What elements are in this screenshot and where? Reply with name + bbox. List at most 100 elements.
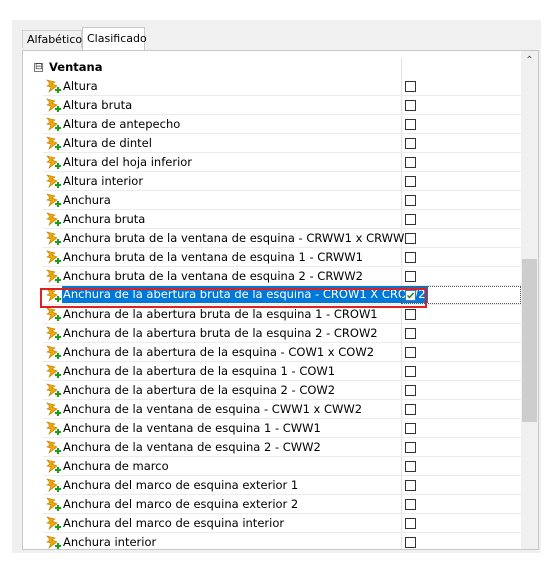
property-checkbox[interactable] — [405, 100, 416, 111]
tab-clasificado[interactable]: Clasificado — [82, 27, 147, 50]
property-label: Anchura — [63, 193, 111, 207]
property-label: Altura bruta — [63, 98, 133, 112]
property-checkbox[interactable] — [405, 81, 416, 92]
lightning-plus-icon — [45, 249, 61, 265]
property-label: Anchura del marco de esquina interior — [63, 516, 285, 530]
property-checkbox[interactable] — [405, 119, 416, 130]
property-label: Anchura bruta — [63, 212, 146, 226]
property-checkbox[interactable] — [405, 499, 416, 510]
property-row[interactable]: Anchura del marco de esquina exterior 1 — [43, 476, 521, 495]
lightning-plus-icon — [45, 211, 61, 227]
lightning-plus-icon — [45, 116, 61, 132]
property-checkbox[interactable] — [405, 328, 416, 339]
property-row[interactable]: Anchura interior — [43, 533, 521, 549]
property-label: Anchura de la abertura de la esquina 2 -… — [63, 383, 336, 397]
lightning-plus-icon — [45, 306, 61, 322]
property-checkbox[interactable] — [405, 461, 416, 472]
property-checkbox[interactable] — [405, 214, 416, 225]
lightning-plus-icon — [45, 325, 61, 341]
property-checkbox[interactable] — [405, 309, 416, 320]
lightning-plus-icon — [45, 534, 61, 549]
property-row[interactable]: Anchura de la ventana de esquina 2 - CWW… — [43, 438, 521, 457]
vertical-scrollbar[interactable]: ⌃ — [521, 51, 538, 549]
property-row[interactable]: Altura bruta — [43, 96, 521, 115]
column-divider[interactable] — [401, 58, 402, 77]
lightning-plus-icon — [45, 173, 61, 189]
property-checkbox[interactable] — [405, 271, 416, 282]
property-label: Anchura de marco — [63, 459, 169, 473]
property-row[interactable]: Anchura de la abertura de la esquina - C… — [43, 343, 521, 362]
property-row[interactable]: Anchura del marco de esquina exterior 2 — [43, 495, 521, 514]
property-label: Altura — [63, 79, 98, 93]
property-row[interactable]: Anchura — [43, 191, 521, 210]
property-row[interactable]: Anchura de la abertura bruta de la esqui… — [43, 324, 521, 343]
property-row[interactable]: Altura interior — [43, 172, 521, 191]
category-header-ventana[interactable]: ⊟ Ventana — [23, 58, 521, 77]
property-row[interactable]: Anchura de la abertura de la esquina 1 -… — [43, 362, 521, 381]
property-row[interactable]: Anchura del marco de esquina interior — [43, 514, 521, 533]
property-label: Anchura de la ventana de esquina 2 - CWW… — [63, 440, 321, 454]
lightning-plus-icon — [45, 230, 61, 246]
property-row[interactable]: Anchura bruta — [43, 210, 521, 229]
property-label: Anchura de la abertura bruta de la esqui… — [63, 326, 378, 340]
lightning-plus-icon — [45, 477, 61, 493]
lightning-plus-icon — [45, 78, 61, 94]
property-label: Anchura bruta de la ventana de esquina 2… — [63, 269, 363, 283]
scroll-thumb[interactable] — [522, 259, 537, 422]
property-row[interactable]: Altura de dintel — [43, 134, 521, 153]
property-checkbox[interactable] — [405, 366, 416, 377]
properties-panel: Alfabético Clasificado ⊟ Ventana Altura A… — [12, 20, 541, 553]
property-checkbox[interactable] — [405, 157, 416, 168]
property-checkbox[interactable] — [405, 537, 416, 548]
property-checkbox[interactable] — [405, 252, 416, 263]
collapse-icon[interactable]: ⊟ — [34, 63, 43, 72]
highlight-annotation — [40, 288, 427, 308]
lightning-plus-icon — [45, 439, 61, 455]
property-checkbox[interactable] — [405, 347, 416, 358]
lightning-plus-icon — [45, 515, 61, 531]
scroll-up-icon[interactable]: ⌃ — [521, 55, 538, 71]
property-row[interactable]: Anchura bruta de la ventana de esquina -… — [43, 229, 521, 248]
property-label: Anchura bruta de la ventana de esquina -… — [63, 231, 412, 245]
lightning-plus-icon — [45, 382, 61, 398]
category-label: Ventana — [49, 60, 103, 74]
tab-alfabetico[interactable]: Alfabético — [22, 30, 82, 48]
property-checkbox[interactable] — [405, 176, 416, 187]
property-row[interactable]: Altura de antepecho — [43, 115, 521, 134]
property-row[interactable]: Anchura de marco — [43, 457, 521, 476]
property-label: Anchura bruta de la ventana de esquina 1… — [63, 250, 363, 264]
property-checkbox[interactable] — [405, 423, 416, 434]
property-checkbox[interactable] — [405, 404, 416, 415]
lightning-plus-icon — [45, 363, 61, 379]
property-row[interactable]: Anchura de la ventana de esquina 1 - CWW… — [43, 419, 521, 438]
property-checkbox[interactable] — [405, 518, 416, 529]
lightning-plus-icon — [45, 192, 61, 208]
lightning-plus-icon — [45, 135, 61, 151]
property-label: Anchura de la abertura de la esquina 1 -… — [63, 364, 336, 378]
property-row[interactable]: Altura — [43, 77, 521, 96]
property-checkbox[interactable] — [405, 195, 416, 206]
property-label: Altura interior — [63, 174, 144, 188]
property-row[interactable]: Anchura bruta de la ventana de esquina 1… — [43, 248, 521, 267]
property-label: Anchura de la ventana de esquina - CWW1 … — [63, 402, 363, 416]
property-checkbox[interactable] — [405, 138, 416, 149]
property-row[interactable]: Anchura de la ventana de esquina - CWW1 … — [43, 400, 521, 419]
property-checkbox[interactable] — [405, 442, 416, 453]
property-label: Altura de dintel — [63, 136, 152, 150]
property-label: Anchura del marco de esquina exterior 2 — [63, 497, 299, 511]
lightning-plus-icon — [45, 344, 61, 360]
property-row[interactable]: Anchura de la abertura de la esquina 2 -… — [43, 381, 521, 400]
lightning-plus-icon — [45, 97, 61, 113]
lightning-plus-icon — [45, 458, 61, 474]
property-label: Anchura de la ventana de esquina 1 - CWW… — [63, 421, 321, 435]
property-label: Altura de antepecho — [63, 117, 181, 131]
lightning-plus-icon — [45, 401, 61, 417]
property-label: Anchura de la abertura de la esquina - C… — [63, 345, 375, 359]
property-label: Anchura del marco de esquina exterior 1 — [63, 478, 299, 492]
property-row[interactable]: Altura del hoja inferior — [43, 153, 521, 172]
property-checkbox[interactable] — [405, 385, 416, 396]
property-checkbox[interactable] — [405, 480, 416, 491]
property-checkbox[interactable] — [405, 233, 416, 244]
lightning-plus-icon — [45, 154, 61, 170]
property-row[interactable]: Anchura bruta de la ventana de esquina 2… — [43, 267, 521, 286]
